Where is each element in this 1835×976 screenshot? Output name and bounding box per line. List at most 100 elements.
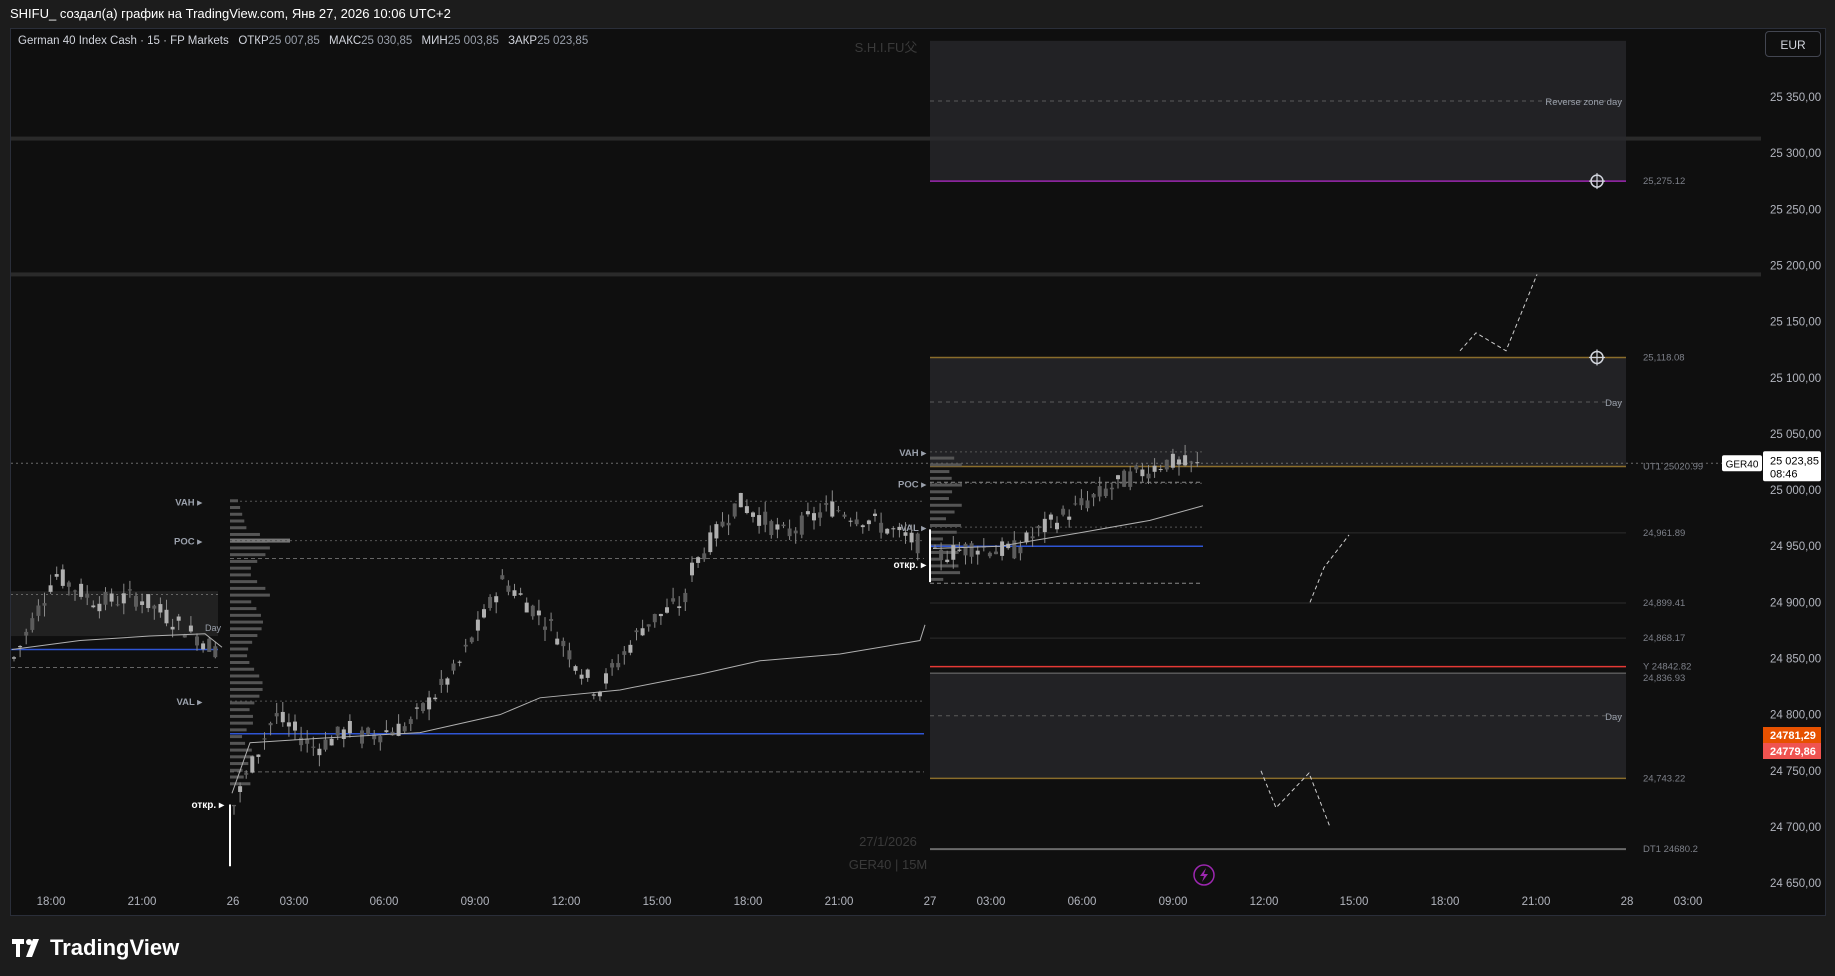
volume-profile-bar (230, 735, 243, 739)
candle-body (146, 594, 151, 609)
candle-body (54, 574, 59, 577)
x-tick-label: 21:00 (128, 896, 157, 908)
x-tick-label: 03:00 (1674, 896, 1703, 908)
candle-body (18, 645, 23, 648)
candle-body (176, 616, 181, 621)
candle-body (903, 532, 908, 536)
volume-profile-bar (230, 721, 253, 725)
candle-body (115, 604, 120, 606)
candle-body (530, 605, 535, 617)
volume-profile-bar (230, 580, 258, 584)
volume-profile-bar (930, 476, 952, 480)
candle-body (634, 630, 639, 633)
candle-body (1134, 465, 1139, 470)
prior-value-area (11, 591, 218, 637)
candle-body (866, 520, 871, 525)
currency-button[interactable]: EUR (1765, 31, 1821, 57)
candle-body (506, 585, 511, 592)
candle-body (1048, 514, 1053, 520)
x-tick-label: 15:00 (643, 896, 672, 908)
x-tick-label: 06:00 (1068, 896, 1097, 908)
candle-body (994, 551, 998, 555)
volume-profile-bar (230, 566, 251, 570)
alert-value: 24781,29 (1770, 730, 1816, 742)
candle-body (555, 638, 560, 645)
candle-body (805, 511, 810, 515)
candle-body (1109, 487, 1114, 490)
candle-body (1030, 536, 1035, 539)
candle-body (1000, 541, 1005, 556)
candle-body (824, 503, 829, 505)
x-tick-label: 03:00 (977, 896, 1006, 908)
volume-profile-bar (230, 586, 266, 590)
low-label: МИН (421, 35, 448, 47)
candle-body (366, 727, 371, 735)
candle-body (445, 678, 450, 685)
y-tick-label: 24 850,00 (1770, 654, 1821, 666)
price-chart[interactable]: 25 350,00 25 300,00 25 250,00 25 200,00 25 1… (0, 0, 1835, 976)
volume-profile-bar (230, 748, 252, 752)
volume-profile-bar (930, 490, 953, 494)
candle-body (591, 694, 596, 696)
candle-body (85, 593, 90, 598)
volume-profile-bar (930, 537, 943, 541)
candle-body (975, 550, 980, 555)
candle-body (170, 626, 175, 630)
y-tick-label: 25 050,00 (1770, 429, 1821, 441)
candle-body (158, 604, 163, 613)
volume-profile-bar (230, 640, 253, 644)
author-watermark: S.H.I.FU父 (855, 40, 918, 55)
candle-body (280, 711, 285, 723)
countdown-value: 08:46 (1770, 468, 1798, 480)
candle-body (469, 637, 474, 643)
projected-path (1260, 770, 1331, 828)
candle-body (42, 603, 47, 606)
volume-profile-bar (230, 512, 243, 516)
candle-body (690, 562, 694, 576)
y-tick-label: 25 200,00 (1770, 260, 1821, 272)
candle-body (360, 730, 364, 744)
symbol-tag-text: GER40 (1726, 459, 1759, 470)
candle-body (1140, 469, 1145, 477)
candle-body (842, 514, 847, 517)
x-tick-label: 28 (1621, 896, 1634, 908)
zone-label: Reverse zone day (1545, 97, 1622, 108)
candle-body (848, 520, 853, 522)
thick-level-line (11, 272, 1761, 277)
candle-body (757, 515, 762, 526)
candle-body (213, 646, 218, 658)
profile-label: VAH ▸ (899, 448, 927, 459)
tradingview-logo[interactable]: TradingView (12, 935, 179, 961)
volume-profile-bar (230, 667, 255, 671)
candle-body (451, 663, 456, 671)
candle-body (250, 756, 255, 773)
candle-body (793, 530, 798, 534)
volume-profile-bar (230, 687, 263, 691)
candle-body (1164, 459, 1169, 470)
candle-body (463, 644, 468, 647)
candle-body (433, 697, 438, 700)
level-label: 24,743.22 (1643, 773, 1685, 784)
lightning-icon[interactable] (1193, 864, 1215, 886)
volume-profile-bar (930, 523, 962, 527)
volume-profile-bar (230, 593, 270, 597)
candle-body (1189, 461, 1194, 463)
candle-body (238, 786, 243, 792)
candle-body (518, 593, 523, 595)
volume-profile-bar (230, 728, 247, 732)
candle-body (329, 738, 334, 746)
profile-label: POC ▸ (898, 479, 927, 490)
candle-body (293, 721, 297, 731)
candle-body (658, 613, 663, 617)
candle-body (244, 773, 249, 775)
level-label: 24,868.17 (1643, 633, 1685, 644)
x-tick-label: 21:00 (1522, 896, 1551, 908)
volume-profile-bar (930, 503, 962, 507)
candle-body (1103, 488, 1108, 497)
candle-body (66, 582, 71, 587)
volume-profile-bar (230, 681, 263, 685)
candle-body (457, 661, 462, 663)
candle-body (671, 598, 676, 602)
candle-body (665, 607, 669, 613)
x-tick-label: 06:00 (370, 896, 399, 908)
